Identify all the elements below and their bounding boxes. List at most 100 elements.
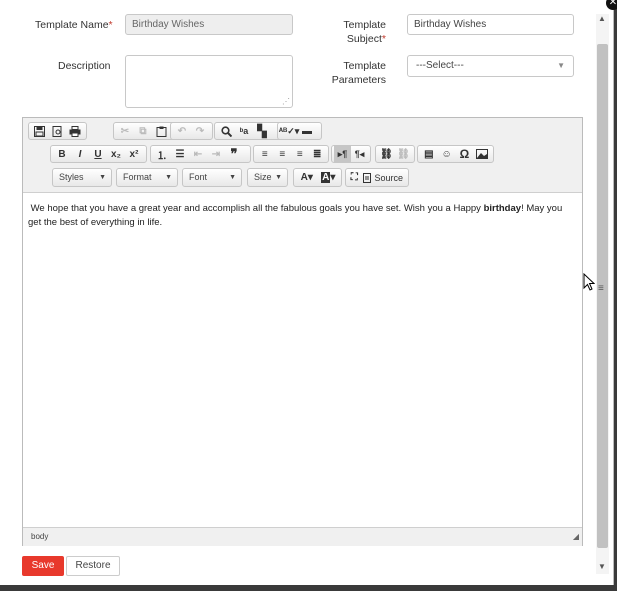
save-icon[interactable] <box>31 123 49 139</box>
cut-icon[interactable]: ✂ <box>116 123 134 139</box>
template-name-label-text: Template Name <box>35 19 109 31</box>
source-button-label: Source <box>374 172 403 183</box>
grip-lines-icon: ≡ <box>598 283 604 294</box>
preview-icon[interactable] <box>49 123 67 139</box>
template-parameters-label-line1: Template <box>343 60 386 72</box>
description-label: Description <box>58 60 111 72</box>
template-parameters-selected: ---Select--- <box>416 60 464 71</box>
element-path[interactable]: body <box>31 532 48 541</box>
numbered-list-icon[interactable]: ⒈ <box>153 146 171 162</box>
chevron-down-icon: ▼ <box>165 174 172 181</box>
horizontal-rule-icon[interactable]: ▤ <box>420 146 438 162</box>
maximize-icon[interactable]: ⛶ <box>348 170 360 186</box>
chevron-down-icon: ▼ <box>99 174 106 181</box>
size-dropdown[interactable]: Size ▼ <box>247 168 288 187</box>
print-icon[interactable] <box>66 123 84 139</box>
template-icon[interactable]: ▚ <box>253 123 271 139</box>
bg-color-icon[interactable]: A ▾ <box>318 170 340 186</box>
source-button[interactable]: Source <box>360 170 406 186</box>
align-left-icon[interactable]: ≡ <box>256 146 274 162</box>
required-marker: * <box>381 33 386 45</box>
chevron-down-icon: ▼ <box>275 174 282 181</box>
link-group: ⛓ ⛓ <box>375 145 415 163</box>
editor-toolbar: ✂ ⧉ ↶ ↷ ᵇa ▚ ᴬᴮ✓▾ ▬ B I U x₂ x² ⒈ ☰ ⇤ ⇥ … <box>23 118 582 193</box>
smiley-icon[interactable]: ☺ <box>438 146 456 162</box>
copy-icon[interactable]: ⧉ <box>134 123 152 139</box>
direction-group: ▸¶ ¶◂ <box>331 145 371 163</box>
dialog-scrollbar[interactable]: ▲ ▼ <box>596 14 609 574</box>
source-icon <box>363 172 372 183</box>
link-icon[interactable]: ⛓ <box>378 146 395 162</box>
align-center-icon[interactable]: ≡ <box>274 146 292 162</box>
ltr-icon[interactable]: ▸¶ <box>334 146 351 162</box>
template-subject-label-line1: Template <box>343 19 386 31</box>
resize-handle-icon[interactable]: ◢ <box>573 532 579 541</box>
description-textarea[interactable]: ⋰ <box>125 55 293 108</box>
underline-icon[interactable]: U <box>89 146 107 162</box>
styles-dropdown-label: Styles <box>59 172 84 182</box>
document-tools-group <box>28 122 87 140</box>
font-dropdown-label: Font <box>189 172 208 182</box>
colors-group: A▾ A ▾ <box>293 168 342 187</box>
bold-icon[interactable]: B <box>53 146 71 162</box>
template-parameters-select[interactable]: ---Select--- ▼ <box>407 55 574 77</box>
size-dropdown-label: Size <box>254 172 272 182</box>
hr-field-icon[interactable]: ▬ <box>298 123 316 139</box>
justify-icon[interactable]: ≣ <box>309 146 327 162</box>
scroll-up-icon[interactable]: ▲ <box>598 14 606 23</box>
editor-statusbar: body ◢ <box>23 527 582 546</box>
editor-content[interactable]: We hope that you have a great year and a… <box>28 202 578 230</box>
unlink-icon[interactable]: ⛓ <box>395 146 412 162</box>
content-text-bold: birthday <box>483 203 522 214</box>
chevron-down-icon: ▼ <box>229 174 236 181</box>
template-parameters-label-line2: Parameters <box>331 74 386 86</box>
chevron-down-icon: ▼ <box>557 61 565 70</box>
template-subject-input[interactable]: Birthday Wishes <box>407 14 574 35</box>
template-parameters-label: Template Parameters <box>330 59 386 87</box>
replace-icon[interactable]: ᵇa <box>235 123 253 139</box>
scrollbar-thumb[interactable] <box>597 44 608 548</box>
omega-icon[interactable]: Ω <box>456 146 474 162</box>
rtl-icon[interactable]: ¶◂ <box>351 146 368 162</box>
basic-styles-group: B I U x₂ x² <box>50 145 147 163</box>
bulleted-list-icon[interactable]: ☰ <box>171 146 189 162</box>
italic-icon[interactable]: I <box>71 146 89 162</box>
template-name-input[interactable]: Birthday Wishes <box>125 14 293 35</box>
save-button[interactable]: Save <box>22 556 64 576</box>
styles-dropdown[interactable]: Styles ▼ <box>52 168 112 187</box>
font-dropdown[interactable]: Font ▼ <box>182 168 242 187</box>
alignment-group: ≡ ≡ ≡ ≣ <box>253 145 329 163</box>
template-subject-label-line2: Subject <box>346 33 382 45</box>
superscript-icon[interactable]: x² <box>125 146 143 162</box>
find-icon[interactable] <box>217 123 235 139</box>
blockquote-icon[interactable]: ❞ <box>225 146 243 162</box>
required-marker: * <box>108 19 113 31</box>
format-dropdown[interactable]: Format ▼ <box>116 168 178 187</box>
find-group: ᵇa ▚ <box>214 122 285 140</box>
outdent-icon[interactable]: ⇤ <box>189 146 207 162</box>
insert-group: ▤ ☺ Ω <box>417 145 494 163</box>
scroll-down-icon[interactable]: ▼ <box>598 562 606 571</box>
template-name-label: Template Name* <box>35 18 113 32</box>
undo-icon[interactable]: ↶ <box>173 123 191 139</box>
template-subject-label: Template Subject* <box>330 18 386 46</box>
undo-redo-group: ↶ ↷ <box>170 122 213 140</box>
text-color-icon[interactable]: A▾ <box>296 170 318 186</box>
spellcheck-icon[interactable]: ᴬᴮ✓▾ <box>279 123 300 139</box>
tools-group: ⛶ Source <box>345 168 409 187</box>
indent-icon[interactable]: ⇥ <box>207 146 225 162</box>
format-dropdown-label: Format <box>123 172 152 182</box>
clipboard-group: ✂ ⧉ <box>113 122 177 140</box>
paste-icon[interactable] <box>152 123 170 139</box>
spellcheck-group: ᴬᴮ✓▾ ▬ <box>277 122 322 140</box>
align-right-icon[interactable]: ≡ <box>291 146 309 162</box>
content-text-part1: We hope that you have a great year and a… <box>30 203 484 214</box>
redo-icon[interactable]: ↷ <box>191 123 209 139</box>
image-icon[interactable] <box>473 146 491 162</box>
paragraph-group: ⒈ ☰ ⇤ ⇥ ❞ <box>150 145 251 163</box>
resize-grip-icon[interactable]: ⋰ <box>282 97 290 106</box>
rich-text-editor: ✂ ⧉ ↶ ↷ ᵇa ▚ ᴬᴮ✓▾ ▬ B I U x₂ x² ⒈ ☰ ⇤ ⇥ … <box>22 117 583 546</box>
restore-button[interactable]: Restore <box>66 556 120 576</box>
template-dialog: Template Name* Birthday Wishes Template … <box>0 0 614 585</box>
subscript-icon[interactable]: x₂ <box>107 146 125 162</box>
